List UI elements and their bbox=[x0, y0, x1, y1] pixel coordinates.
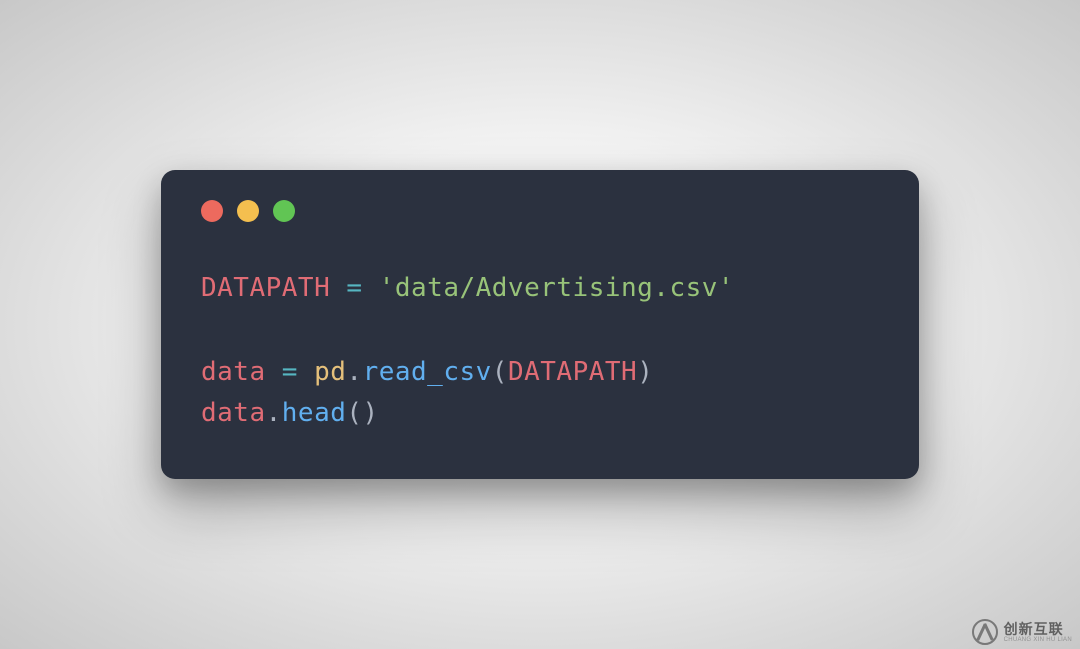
code-block: DATAPATH = 'data/Advertising.csv' data =… bbox=[201, 268, 879, 434]
token-string: 'data/Advertising.csv' bbox=[379, 273, 734, 303]
watermark: 创新互联 CHUANG XIN HU LIAN bbox=[972, 619, 1072, 645]
token-punct: ( bbox=[492, 357, 508, 387]
token-constant: DATAPATH bbox=[201, 273, 330, 303]
token-operator: = bbox=[330, 273, 378, 303]
code-window: DATAPATH = 'data/Advertising.csv' data =… bbox=[161, 170, 919, 478]
token-identifier: data bbox=[201, 398, 266, 428]
token-punct: . bbox=[346, 357, 362, 387]
maximize-icon[interactable] bbox=[273, 200, 295, 222]
token-punct: . bbox=[266, 398, 282, 428]
watermark-main: 创新互联 bbox=[1004, 622, 1072, 636]
token-object: pd bbox=[314, 357, 346, 387]
token-punct: () bbox=[346, 398, 378, 428]
window-traffic-lights bbox=[201, 200, 879, 222]
token-operator: = bbox=[266, 357, 314, 387]
token-function: head bbox=[282, 398, 347, 428]
token-function: read_csv bbox=[363, 357, 492, 387]
token-identifier: data bbox=[201, 357, 266, 387]
token-constant: DATAPATH bbox=[508, 357, 637, 387]
watermark-logo-icon bbox=[972, 619, 998, 645]
minimize-icon[interactable] bbox=[237, 200, 259, 222]
token-punct: ) bbox=[637, 357, 653, 387]
close-icon[interactable] bbox=[201, 200, 223, 222]
watermark-sub: CHUANG XIN HU LIAN bbox=[1004, 637, 1072, 643]
watermark-text: 创新互联 CHUANG XIN HU LIAN bbox=[1004, 622, 1072, 643]
